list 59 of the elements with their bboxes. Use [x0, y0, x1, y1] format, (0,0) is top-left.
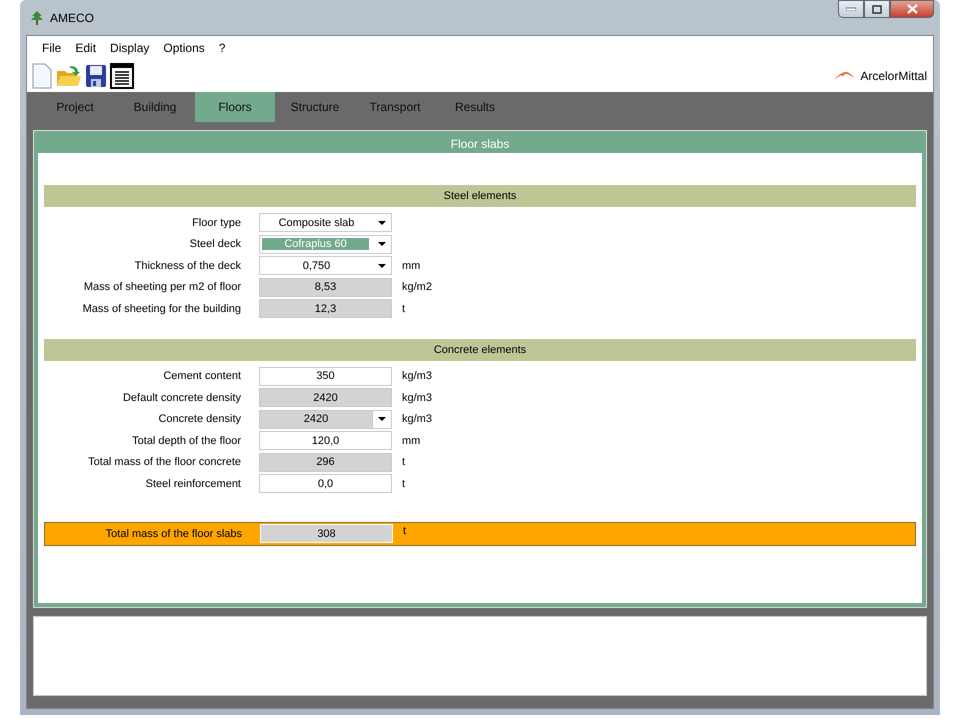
unit-label: kg/m3	[401, 370, 432, 382]
input-field: 296	[259, 452, 392, 472]
section-header: Concrete elements	[44, 338, 916, 360]
field-label: Steel deck	[188, 238, 242, 250]
panel-title: Floor slabs	[450, 136, 510, 153]
menu-item[interactable]: ?	[212, 41, 232, 55]
caret-icon	[378, 264, 386, 268]
dropdown-field[interactable]: Composite slab	[259, 213, 392, 232]
close-icon	[906, 4, 918, 14]
input-field: 308	[260, 524, 393, 543]
menu-item[interactable]: File	[35, 41, 68, 55]
unit-label: kg/m3	[401, 413, 432, 426]
unit-label: mm	[401, 260, 420, 272]
section-header: Steel elements	[44, 185, 916, 207]
dropdown-field[interactable]: 2420	[259, 410, 392, 429]
input-field: 12,3	[259, 299, 392, 318]
field-label: Mass of sheeting for the building	[82, 302, 242, 315]
field-label: Total depth of the floor	[131, 434, 242, 447]
minimize-button[interactable]	[838, 0, 864, 18]
input-field[interactable]: 350	[259, 366, 392, 386]
caret-icon	[378, 220, 386, 225]
field-label: Total mass of the floor slabs	[104, 528, 243, 540]
save-icon[interactable]	[85, 63, 107, 89]
swoosh-logo-icon	[833, 71, 856, 81]
brand-name: ArcelorMittal	[860, 69, 927, 83]
field-label: Steel reinforcement	[144, 478, 242, 490]
field-label: Thickness of the deck	[134, 260, 242, 272]
caret-icon	[378, 242, 386, 246]
caret-icon	[378, 417, 386, 422]
input-field: 8,53	[259, 278, 392, 297]
tab[interactable]: Floors	[195, 92, 275, 122]
field-label: Floor type	[191, 216, 242, 229]
input-field[interactable]: 120,0	[259, 431, 392, 450]
field-label: Concrete density	[157, 413, 242, 426]
unit-label: t	[401, 302, 406, 315]
field-label: Mass of sheeting per m2 of floor	[82, 281, 242, 294]
new-document-icon[interactable]	[31, 63, 53, 89]
unit-label: t	[402, 524, 406, 536]
close-button[interactable]	[890, 0, 934, 18]
list-icon[interactable]	[110, 63, 134, 89]
tree-icon	[30, 10, 44, 26]
unit-label: kg/m3	[401, 392, 432, 404]
dropdown-field[interactable]: 0,750	[259, 256, 392, 276]
unit-label: mm	[401, 434, 420, 447]
field-label: Total mass of the floor concrete	[87, 456, 242, 468]
input-field[interactable]: 0,0	[259, 474, 392, 494]
field-label: Cement content	[162, 370, 242, 382]
window-title: AMECO	[50, 10, 94, 24]
menu-item[interactable]: Edit	[68, 41, 104, 55]
maximize-icon	[872, 4, 882, 14]
menu-item[interactable]: Display	[103, 41, 156, 55]
field-label: Default concrete density	[122, 392, 242, 404]
maximize-button[interactable]	[864, 0, 890, 18]
menu-item[interactable]: Options	[156, 41, 212, 55]
unit-label: t	[401, 456, 406, 468]
unit-label: kg/m2	[401, 281, 432, 294]
input-field: 2420	[259, 388, 392, 408]
minimize-icon	[846, 7, 856, 11]
unit-label: t	[401, 478, 406, 490]
